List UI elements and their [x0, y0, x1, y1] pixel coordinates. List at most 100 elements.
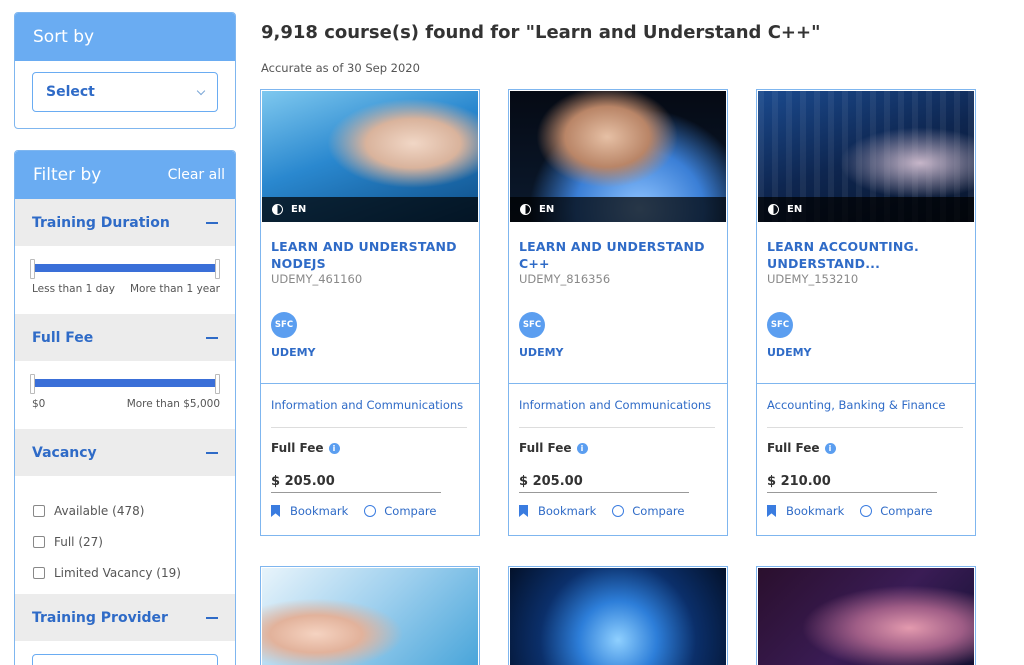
provider-name[interactable]: UDEMY [519, 346, 564, 359]
filter-header: Filter by Clear all [15, 151, 235, 199]
course-image[interactable] [758, 568, 974, 665]
sfc-badge: SFC [767, 312, 793, 338]
fee-min-handle[interactable] [30, 374, 35, 394]
divider [261, 383, 479, 384]
duration-min-handle[interactable] [30, 259, 35, 279]
course-image[interactable] [262, 568, 478, 665]
provider-section-title: Training Provider [32, 609, 168, 626]
card-actions: Bookmark Compare [271, 504, 436, 518]
course-card[interactable]: EN LEARN ACCOUNTING. UNDERSTAND... UDEMY… [756, 89, 976, 536]
language-label: EN [291, 204, 307, 215]
full-fee-text: Full Fee [271, 441, 324, 455]
duration-max-label: More than 1 year [129, 283, 220, 295]
duration-range: Less than 1 day More than 1 year [15, 246, 235, 314]
full-fee-label: Full Fee i [519, 441, 588, 455]
sfc-badge: SFC [271, 312, 297, 338]
vacancy-section-title: Vacancy [32, 444, 97, 461]
course-image[interactable]: EN [510, 91, 726, 222]
checkbox[interactable] [33, 566, 45, 579]
course-card[interactable] [260, 566, 480, 665]
accurate-note: Accurate as of 30 Sep 2020 [261, 61, 420, 75]
course-code: UDEMY_153210 [767, 272, 859, 286]
language-label: EN [787, 204, 803, 215]
compare-radio-icon[interactable] [860, 505, 873, 517]
vacancy-option-label: Limited Vacancy (19) [54, 565, 181, 580]
fee-range: $0 More than $5,000 [15, 361, 235, 429]
full-fee-text: Full Fee [767, 441, 820, 455]
compare-button[interactable]: Compare [632, 504, 684, 518]
full-fee-label: Full Fee i [271, 441, 340, 455]
duration-section-title: Training Duration [32, 214, 170, 231]
bookmark-icon[interactable] [767, 505, 776, 517]
course-card[interactable] [756, 566, 976, 665]
bookmark-icon[interactable] [271, 505, 280, 517]
provider-section-header[interactable]: Training Provider [15, 594, 235, 641]
bookmark-icon[interactable] [519, 505, 528, 517]
provider-name[interactable]: UDEMY [271, 346, 316, 359]
provider-search-input[interactable] [32, 654, 218, 665]
course-price: $ 205.00 [519, 474, 583, 489]
fee-max-handle[interactable] [215, 374, 220, 394]
divider [767, 427, 963, 428]
provider-name[interactable]: UDEMY [767, 346, 812, 359]
sort-panel: Sort by Select [14, 12, 236, 129]
divider [271, 492, 441, 493]
compare-radio-icon[interactable] [364, 505, 377, 517]
checkbox[interactable] [33, 504, 45, 517]
sort-select-value: Select [46, 84, 95, 100]
clear-all-link[interactable]: Clear all [168, 167, 225, 183]
collapse-icon[interactable] [206, 616, 218, 619]
vacancy-option-label: Full (27) [54, 534, 103, 549]
info-icon[interactable]: i [824, 442, 836, 454]
checkbox[interactable] [33, 535, 45, 548]
card-actions: Bookmark Compare [519, 504, 684, 518]
full-fee-text: Full Fee [519, 441, 572, 455]
bookmark-button[interactable]: Bookmark [290, 504, 348, 518]
divider [271, 427, 467, 428]
filter-title: Filter by [33, 165, 102, 185]
contrast-icon [768, 204, 779, 215]
sort-select[interactable]: Select [32, 72, 218, 112]
course-title[interactable]: LEARN AND UNDERSTAND NODEJS [271, 238, 471, 272]
course-image[interactable]: EN [758, 91, 974, 222]
fee-slider-track[interactable] [33, 379, 217, 387]
divider [509, 383, 727, 384]
course-card[interactable] [508, 566, 728, 665]
collapse-icon[interactable] [206, 451, 218, 454]
course-category: Information and Communications [519, 398, 712, 412]
course-title[interactable]: LEARN AND UNDERSTAND C++ [519, 238, 719, 272]
duration-section-header[interactable]: Training Duration [15, 199, 235, 246]
collapse-icon[interactable] [206, 336, 218, 339]
contrast-icon [272, 204, 283, 215]
compare-button[interactable]: Compare [880, 504, 932, 518]
sfc-badge: SFC [519, 312, 545, 338]
fee-section-header[interactable]: Full Fee [15, 314, 235, 361]
card-actions: Bookmark Compare [767, 504, 932, 518]
vacancy-option-label: Available (478) [54, 503, 145, 518]
course-card[interactable]: EN LEARN AND UNDERSTAND NODEJS UDEMY_461… [260, 89, 480, 536]
compare-button[interactable]: Compare [384, 504, 436, 518]
info-icon[interactable]: i [576, 442, 588, 454]
compare-radio-icon[interactable] [612, 505, 625, 517]
divider [757, 383, 975, 384]
vacancy-option-full[interactable]: Full (27) [33, 526, 235, 557]
duration-min-label: Less than 1 day [32, 283, 115, 295]
course-image[interactable]: EN [262, 91, 478, 222]
course-card[interactable]: EN LEARN AND UNDERSTAND C++ UDEMY_816356… [508, 89, 728, 536]
info-icon[interactable]: i [328, 442, 340, 454]
divider [767, 492, 937, 493]
duration-max-handle[interactable] [215, 259, 220, 279]
vacancy-section-header[interactable]: Vacancy [15, 429, 235, 476]
course-title[interactable]: LEARN ACCOUNTING. UNDERSTAND... [767, 238, 967, 272]
course-code: UDEMY_461160 [271, 272, 363, 286]
language-bar: EN [262, 197, 478, 222]
language-bar: EN [758, 197, 974, 222]
collapse-icon[interactable] [206, 221, 218, 224]
filter-panel: Filter by Clear all Training Duration Le… [14, 150, 236, 665]
bookmark-button[interactable]: Bookmark [786, 504, 844, 518]
vacancy-option-available[interactable]: Available (478) [33, 495, 235, 526]
vacancy-option-limited[interactable]: Limited Vacancy (19) [33, 557, 235, 588]
bookmark-button[interactable]: Bookmark [538, 504, 596, 518]
course-image[interactable] [510, 568, 726, 665]
duration-slider-track[interactable] [33, 264, 217, 272]
